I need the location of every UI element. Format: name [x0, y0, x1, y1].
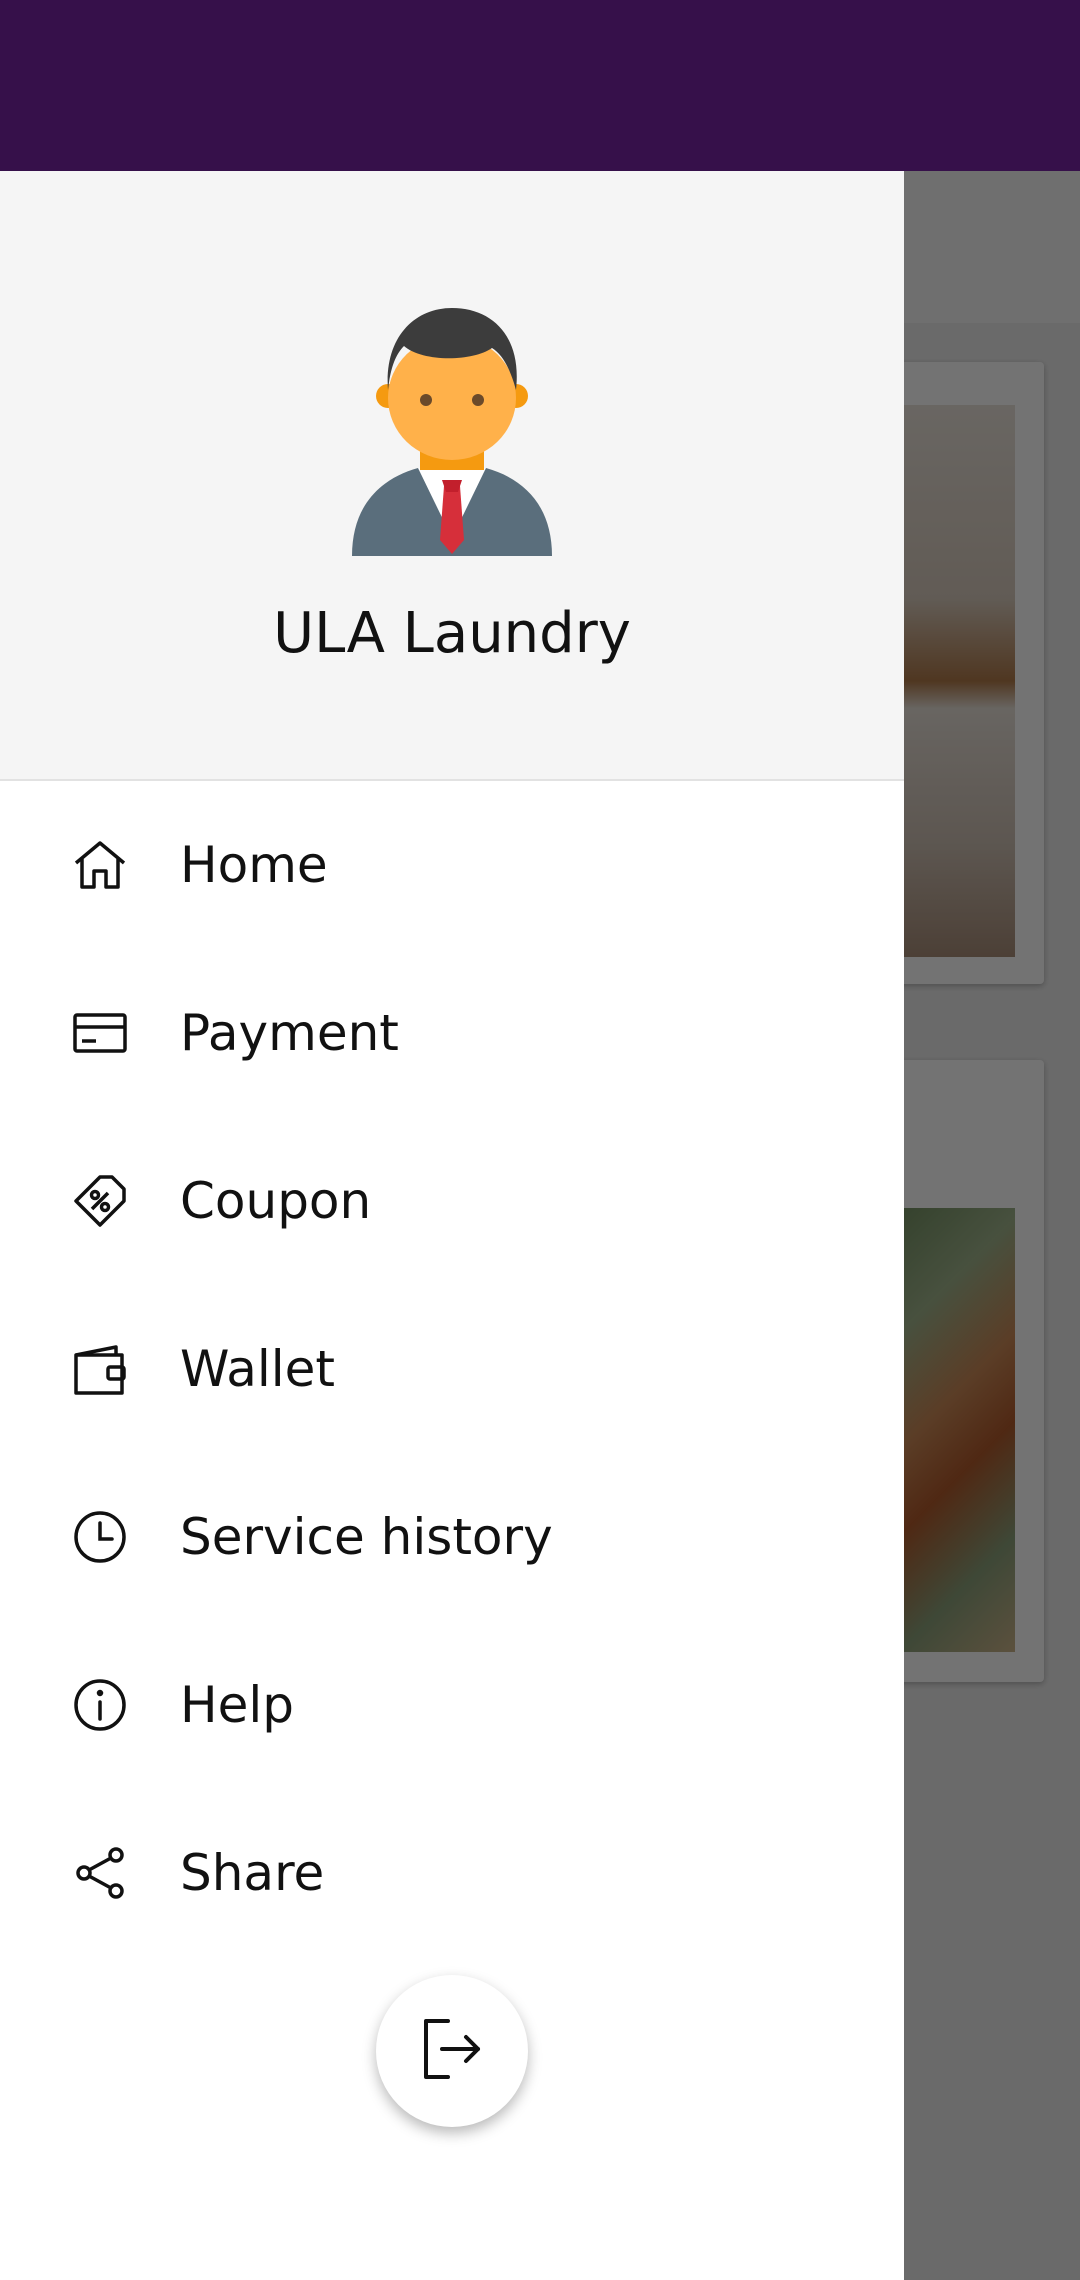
menu-item-label: Home — [180, 836, 328, 894]
menu-item-label: Wallet — [180, 1340, 336, 1398]
coupon-icon — [70, 1171, 130, 1231]
menu-item-payment[interactable]: Payment — [0, 949, 904, 1117]
top-app-bar — [0, 0, 1080, 171]
logout-icon — [418, 2015, 486, 2087]
menu-item-wallet[interactable]: Wallet — [0, 1285, 904, 1453]
menu-item-home[interactable]: Home — [0, 781, 904, 949]
menu-item-label: Service history — [180, 1508, 553, 1566]
drawer-header: ULA Laundry — [0, 171, 904, 781]
home-icon — [70, 835, 130, 895]
wallet-icon — [70, 1339, 130, 1399]
credit-card-icon — [70, 1003, 130, 1063]
share-icon — [70, 1843, 130, 1903]
menu-item-label: Payment — [180, 1004, 399, 1062]
logout-button[interactable] — [376, 1975, 528, 2127]
menu-item-help[interactable]: Help — [0, 1621, 904, 1789]
menu-item-label: Help — [180, 1676, 294, 1734]
menu-item-share[interactable]: Share — [0, 1789, 904, 1957]
menu-item-label: Share — [180, 1844, 325, 1902]
menu-item-coupon[interactable]: Coupon — [0, 1117, 904, 1285]
info-icon — [70, 1675, 130, 1735]
user-avatar-icon — [352, 308, 552, 556]
navigation-drawer: ULA Laundry Home Payment Coupon Wallet S… — [0, 171, 904, 2280]
clock-icon — [70, 1507, 130, 1567]
menu-item-label: Coupon — [180, 1172, 372, 1230]
menu-item-service-history[interactable]: Service history — [0, 1453, 904, 1621]
username: ULA Laundry — [273, 601, 631, 666]
drawer-menu: Home Payment Coupon Wallet Service histo… — [0, 781, 904, 1957]
